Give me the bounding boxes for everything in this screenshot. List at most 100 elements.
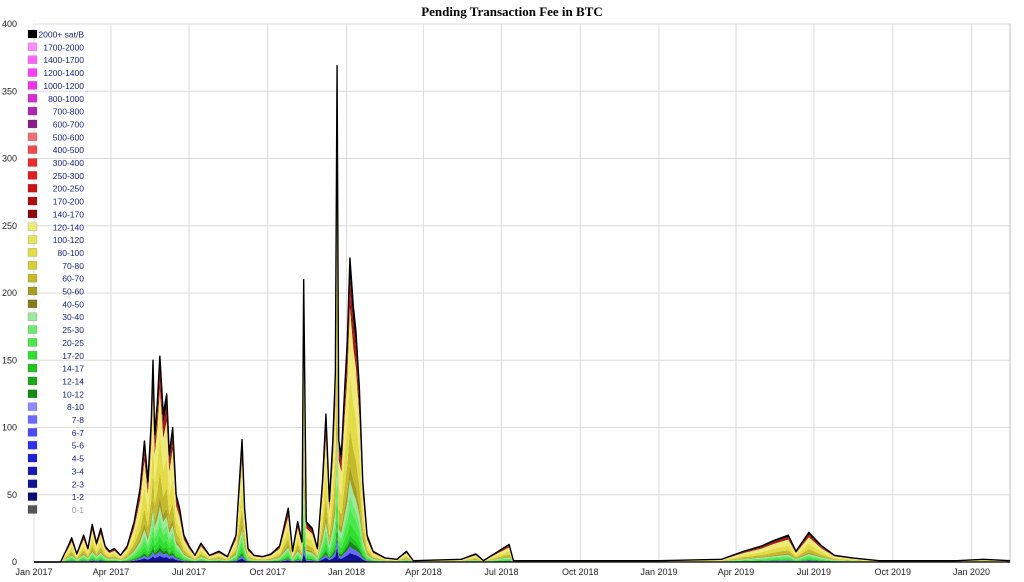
legend-swatch: [27, 158, 38, 167]
legend-swatch: [27, 415, 38, 424]
legend-swatch: [27, 261, 38, 270]
legend-swatch: [27, 402, 38, 411]
area-band-2000-sat-b: [34, 65, 1010, 562]
legend-swatch: [27, 29, 38, 39]
legend-label: 50-60: [62, 287, 84, 297]
legend-swatch: [27, 222, 38, 231]
legend-label: 3-4: [72, 466, 85, 476]
legend-label: 7-8: [72, 415, 85, 425]
legend-swatch: [27, 479, 38, 488]
legend-label: 1-2: [72, 492, 85, 502]
legend-label: 30-40: [62, 312, 84, 322]
legend-swatch: [27, 453, 38, 463]
x-tick-label: Jan 2019: [640, 567, 677, 577]
y-tick-label: 0: [12, 557, 17, 567]
legend-label: 400-500: [53, 145, 84, 155]
legend-swatch: [27, 389, 38, 399]
legend-label: 100-120: [53, 235, 84, 245]
legend-swatch: [27, 273, 38, 283]
x-tick-label: Jan 2018: [328, 567, 365, 577]
legend-swatch: [27, 466, 38, 476]
legend-swatch: [27, 299, 38, 309]
x-tick-label: Jul 2018: [484, 567, 518, 577]
legend-swatch: [27, 132, 38, 142]
y-tick-label: 150: [2, 355, 17, 365]
y-tick-label: 50: [7, 490, 17, 500]
fee-chart: Pending Transaction Fee in BTC 0 50 100 150…: [2, 4, 1011, 577]
legend-label: 1700-2000: [43, 42, 84, 52]
legend-label: 300-400: [53, 158, 84, 168]
legend-label: 1000-1200: [43, 81, 84, 91]
y-tick-label: 200: [2, 288, 17, 298]
legend-label: 1400-1700: [43, 55, 84, 65]
legend-label: 800-1000: [48, 94, 84, 104]
legend-label: 500-600: [53, 132, 84, 142]
legend-label: 0-1: [72, 505, 85, 515]
legend-swatch: [27, 68, 38, 77]
grid: [33, 23, 1011, 563]
legend-label: 60-70: [62, 274, 84, 284]
x-tick-label: Apr 2017: [93, 567, 130, 577]
x-tick-label: Jan 2017: [15, 567, 52, 577]
legend-label: 200-250: [53, 184, 84, 194]
legend-label: 140-170: [53, 209, 84, 219]
legend-swatch: [27, 235, 38, 244]
legend-swatch: [27, 325, 38, 334]
legend-label: 5-6: [72, 441, 85, 451]
legend-swatch: [27, 209, 38, 219]
legend-swatch: [27, 338, 38, 347]
legend-label: 10-12: [62, 389, 84, 399]
x-tick-label: Apr 2019: [718, 567, 755, 577]
x-tick-label: Apr 2018: [405, 567, 442, 577]
area-band-120-140: [34, 145, 1010, 562]
legend-label: 700-800: [53, 107, 84, 117]
legend-label: 1200-1400: [43, 68, 84, 78]
legend-swatch: [27, 363, 38, 373]
legend-swatch: [27, 286, 38, 296]
legend-swatch: [27, 440, 38, 450]
legend-swatch: [27, 428, 38, 437]
legend-label: 70-80: [62, 261, 84, 271]
legend-swatch: [27, 171, 38, 180]
legend-label: 170-200: [53, 197, 84, 207]
total-outline: [34, 64, 1011, 563]
legend-swatch: [27, 312, 38, 321]
legend-swatch: [27, 183, 38, 193]
legend-label: 2-3: [72, 479, 85, 489]
legend-swatch: [27, 492, 38, 501]
legend-swatch: [27, 42, 38, 52]
legend-label: 17-20: [62, 351, 84, 361]
legend-swatch: [27, 81, 38, 90]
legend-label: 14-17: [62, 364, 84, 374]
x-tick-label: Oct 2019: [874, 567, 911, 577]
x-tick-label: Oct 2017: [249, 567, 286, 577]
legend-label: 2000+ sat/B: [38, 30, 84, 40]
y-tick-label: 300: [2, 154, 17, 164]
area-band-170-200: [34, 95, 1010, 562]
y-tick-label: 100: [2, 423, 17, 433]
legend-label: 40-50: [62, 299, 84, 309]
legend-swatch: [27, 119, 38, 129]
legend-label: 6-7: [72, 428, 85, 438]
legend-label: 4-5: [72, 454, 85, 464]
legend-swatch: [27, 376, 38, 386]
x-tick-label: Jul 2019: [797, 567, 831, 577]
y-tick-label: 350: [2, 86, 17, 96]
stacked-areas: [34, 64, 1011, 563]
legend-label: 80-100: [58, 248, 85, 258]
legend-label: 12-14: [62, 376, 84, 386]
legend-label: 120-140: [53, 222, 84, 232]
legend-label: 25-30: [62, 325, 84, 335]
y-tick-label: 250: [2, 221, 17, 231]
legend-swatch: [27, 55, 38, 64]
legend-label: 250-300: [53, 171, 84, 181]
legend-swatch: [27, 106, 38, 116]
legend-swatch: [27, 505, 38, 514]
legend-swatch: [27, 248, 38, 257]
legend: 2000+ sat/B 1700-2000 1400-1700 1200-1400 10…: [27, 29, 85, 515]
x-tick-label: Jan 2020: [953, 567, 990, 577]
y-tick-label: 400: [2, 19, 17, 29]
chart-title: Pending Transaction Fee in BTC: [421, 4, 603, 19]
x-tick-label: Jul 2017: [172, 567, 206, 577]
legend-label: 20-25: [62, 338, 84, 348]
